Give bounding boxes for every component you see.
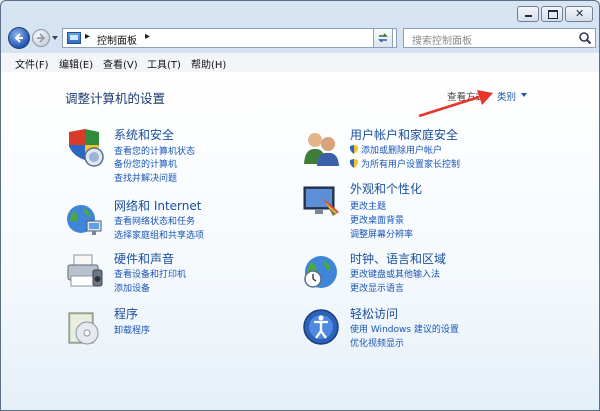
- search-box[interactable]: 搜索控制面板: [403, 28, 596, 48]
- back-arrow-icon: [14, 33, 23, 43]
- refresh-icon: [378, 33, 388, 43]
- category-title[interactable]: 外观和个性化: [350, 180, 422, 197]
- minimize-icon: [525, 15, 532, 17]
- category-title[interactable]: 用户帐户和家庭安全: [350, 126, 458, 143]
- network-globe-icon[interactable]: [65, 199, 105, 239]
- breadcrumb-control-panel[interactable]: 控制面板: [97, 32, 137, 47]
- breadcrumb-chevron-icon[interactable]: ▸: [85, 31, 90, 42]
- link-change-keyboard-input[interactable]: 更改键盘或其他输入法: [350, 267, 440, 280]
- breadcrumb-chevron-icon[interactable]: ▸: [145, 31, 150, 42]
- link-add-device[interactable]: 添加设备: [114, 281, 150, 294]
- forward-arrow-icon: [37, 33, 46, 43]
- search-icon[interactable]: [578, 31, 592, 45]
- user-accounts-icon[interactable]: [301, 128, 341, 168]
- link-optimize-visual-display[interactable]: 优化视频显示: [350, 336, 404, 349]
- main-content: 调整计算机的设置 查看方式: 类别 系统和安全 查看您的计算机状态 备份您的计算…: [1, 72, 599, 410]
- menu-tools[interactable]: 工具(T): [147, 56, 181, 71]
- link-network-status[interactable]: 查看网络状态和任务: [114, 214, 195, 227]
- link-homegroup-sharing[interactable]: 选择家庭组和共享选项: [114, 228, 204, 241]
- category-title[interactable]: 轻松访问: [350, 305, 398, 322]
- menu-edit[interactable]: 编辑(E): [59, 56, 93, 71]
- category-title[interactable]: 程序: [114, 305, 138, 322]
- annotation-arrow: [418, 90, 493, 118]
- link-uninstall-program[interactable]: 卸载程序: [114, 323, 150, 336]
- control-panel-window: ✕ ▸ 控制面板 ▸ 搜索控制面板 文件(F) 编辑(E) 查看(V) 工具(T…: [0, 0, 600, 411]
- menu-view[interactable]: 查看(V): [103, 56, 138, 71]
- category-title[interactable]: 网络和 Internet: [114, 197, 201, 214]
- category-title[interactable]: 时钟、语言和区域: [350, 250, 446, 267]
- link-add-remove-accounts[interactable]: 添加或删除用户帐户: [350, 143, 442, 156]
- forward-button[interactable]: [32, 29, 50, 47]
- link-label[interactable]: 为所有用户设置家长控制: [361, 160, 460, 170]
- programs-icon[interactable]: [65, 307, 105, 347]
- link-change-theme[interactable]: 更改主题: [350, 199, 386, 212]
- system-security-icon[interactable]: [65, 128, 105, 168]
- uac-shield-icon: [350, 159, 358, 168]
- navigation-bar: ▸ 控制面板 ▸ 搜索控制面板: [1, 25, 599, 51]
- title-bar: ✕: [1, 1, 599, 25]
- search-placeholder[interactable]: 搜索控制面板: [412, 32, 472, 47]
- address-bar[interactable]: ▸ 控制面板 ▸: [62, 28, 397, 48]
- uac-shield-icon: [350, 145, 358, 154]
- link-devices-printers[interactable]: 查看设备和打印机: [114, 267, 186, 280]
- refresh-button[interactable]: [373, 28, 393, 48]
- maximize-icon: [548, 10, 558, 19]
- menu-file[interactable]: 文件(F): [15, 56, 49, 71]
- link-label[interactable]: 添加或删除用户帐户: [361, 146, 442, 156]
- ease-of-access-icon[interactable]: [301, 307, 341, 347]
- close-icon: ✕: [575, 7, 585, 20]
- maximize-button[interactable]: [541, 6, 563, 22]
- minimize-button[interactable]: [517, 6, 539, 22]
- link-backup-computer[interactable]: 备份您的计算机: [114, 157, 177, 170]
- link-parental-controls[interactable]: 为所有用户设置家长控制: [350, 157, 460, 170]
- link-troubleshoot[interactable]: 查找并解决问题: [114, 171, 177, 184]
- menu-help[interactable]: 帮助(H): [191, 56, 226, 71]
- recent-pages-dropdown[interactable]: [52, 36, 58, 40]
- appearance-monitor-icon[interactable]: [301, 182, 341, 222]
- link-change-display-language[interactable]: 更改显示语言: [350, 281, 404, 294]
- back-button[interactable]: [8, 27, 30, 49]
- close-button[interactable]: ✕: [565, 6, 593, 22]
- printer-icon[interactable]: [65, 252, 105, 292]
- menu-bar: 文件(F) 编辑(E) 查看(V) 工具(T) 帮助(H): [1, 53, 599, 73]
- category-title[interactable]: 硬件和声音: [114, 250, 174, 267]
- clock-globe-icon[interactable]: [301, 252, 341, 292]
- link-screen-resolution[interactable]: 调整屏幕分辨率: [350, 227, 413, 240]
- control-panel-icon: [67, 32, 81, 44]
- link-windows-recommended-settings[interactable]: 使用 Windows 建议的设置: [350, 322, 459, 335]
- link-view-computer-status[interactable]: 查看您的计算机状态: [114, 144, 195, 157]
- link-desktop-background[interactable]: 更改桌面背景: [350, 213, 404, 226]
- category-title[interactable]: 系统和安全: [114, 126, 174, 143]
